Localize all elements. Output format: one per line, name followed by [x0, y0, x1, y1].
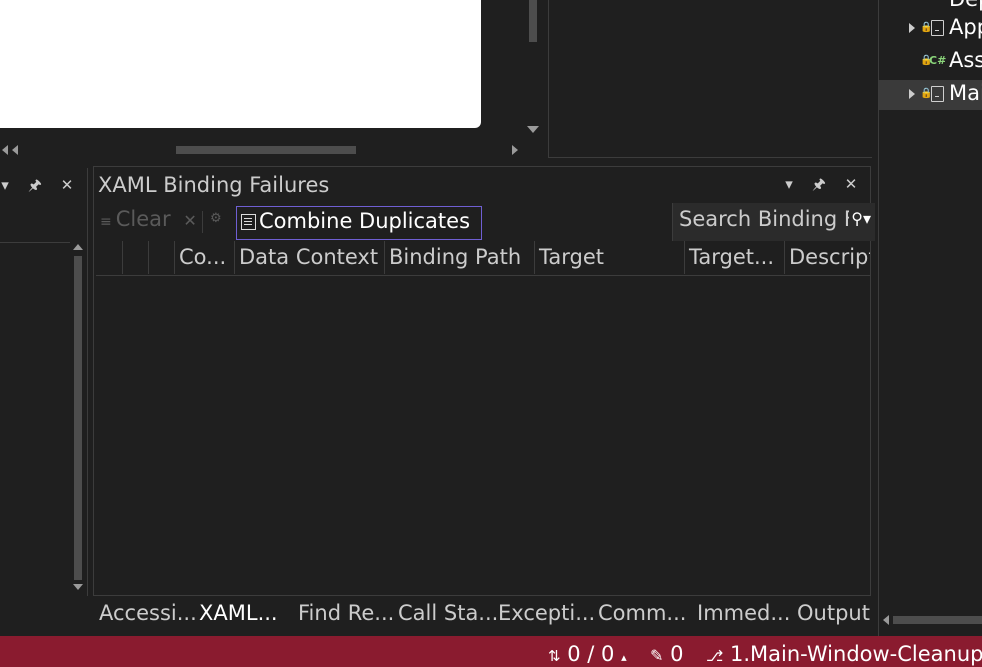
xaml-binding-failures-panel: XAML Binding Failures ▾ 🖈 ✕ ≡ Clear ✕ ⚙ C… — [93, 166, 875, 596]
tab-immediate-window[interactable]: Immed... — [697, 598, 790, 633]
panel-dropdown-icon[interactable]: ▾ — [0, 176, 14, 194]
xaml-file-icon — [931, 86, 944, 102]
solution-item-label: App — [949, 15, 982, 39]
sync-arrows-icon: ⇅ — [548, 647, 561, 665]
search-input[interactable]: Search Binding F ⚲▾ — [672, 203, 875, 241]
scrollbar-thumb[interactable] — [176, 146, 356, 154]
left-vertical-scrollbar[interactable] — [70, 242, 86, 594]
solution-item-app[interactable]: 🔒 App — [879, 14, 982, 44]
column-header-target-type[interactable]: Target... — [684, 241, 784, 274]
column-header-icon[interactable] — [148, 241, 174, 274]
close-icon[interactable]: ✕ — [842, 175, 860, 193]
solution-horizontal-scrollbar[interactable] — [879, 612, 982, 628]
tab-find-results[interactable]: Find Re... — [298, 598, 394, 633]
scroll-left-arrow-icon[interactable] — [12, 145, 18, 155]
clear-list-icon: ≡ — [100, 214, 112, 230]
caret-up-icon: ▴ — [621, 651, 627, 664]
clear-button[interactable]: ≡ Clear ✕ — [100, 207, 197, 235]
scroll-left-arrow-icon[interactable] — [883, 615, 889, 625]
divider — [0, 242, 70, 243]
status-bar: ⇅ 0 / 0 ▴ ✎ 0 ⎇ 1.Main-Window-Cleanup ▴ — [0, 636, 982, 667]
combine-duplicates-button[interactable]: Combine Duplicates — [236, 206, 482, 240]
branch-name: 1.Main-Window-Cleanup — [729, 642, 982, 666]
designer-horizontal-scrollbar[interactable] — [0, 142, 524, 158]
tab-exception-settings[interactable]: Excepti... — [498, 598, 595, 633]
tab-call-stack[interactable]: Call Sta... — [398, 598, 498, 633]
solution-item-assembly[interactable]: 🔒 C# Ass — [879, 47, 982, 77]
solution-item-mainwindow[interactable]: 🔒 Mai — [879, 80, 982, 110]
panel-dropdown-icon[interactable]: ▾ — [780, 175, 798, 193]
toolbar-separator — [202, 211, 203, 233]
tab-xaml-binding-failures[interactable]: XAML... — [199, 598, 278, 635]
solution-item-label: Dep — [949, 0, 982, 11]
branch-selector[interactable]: ⎇ 1.Main-Window-Cleanup ▴ — [706, 642, 982, 666]
combine-label: Combine Duplicates — [259, 209, 471, 233]
panel-title: XAML Binding Failures — [98, 173, 330, 197]
column-header-severity[interactable] — [96, 241, 122, 274]
pin-icon[interactable]: 🖈 — [810, 175, 828, 193]
column-header-data-context[interactable]: Data Context — [234, 241, 384, 274]
column-header-binding-path[interactable]: Binding Path — [384, 241, 534, 274]
column-header-target[interactable]: Target — [534, 241, 684, 274]
scrollbar-thumb[interactable] — [529, 0, 537, 42]
solution-explorer: Dep 🔒 App 🔒 C# Ass 🔒 Mai — [878, 0, 982, 636]
scroll-down-arrow-icon[interactable] — [527, 126, 539, 133]
scrollbar-thumb[interactable] — [893, 616, 982, 624]
tab-accessibility[interactable]: Accessi... — [99, 598, 197, 633]
scroll-right-arrow-icon[interactable] — [512, 145, 518, 155]
filter-icon[interactable]: ⚙ — [210, 211, 222, 226]
sync-status[interactable]: ⇅ 0 / 0 ▴ — [548, 642, 627, 666]
clear-label: Clear — [115, 207, 171, 231]
scroll-up-arrow-icon[interactable] — [73, 244, 83, 250]
search-placeholder: Search Binding F — [679, 207, 856, 231]
designer-area — [0, 0, 542, 160]
grid-header: Co... Data Context Binding Path Target T… — [96, 241, 870, 276]
expand-arrow-icon[interactable] — [909, 89, 915, 99]
column-header-count[interactable]: Co... — [174, 241, 234, 274]
scroll-down-arrow-icon[interactable] — [73, 584, 83, 590]
tab-command-window[interactable]: Comm... — [598, 598, 686, 633]
pin-icon[interactable]: 🖈 — [26, 176, 44, 194]
bottom-tab-strip: Accessi... XAML... Find Re... Call Sta..… — [93, 598, 871, 635]
expand-arrow-icon[interactable] — [909, 23, 915, 33]
combine-icon — [241, 214, 256, 230]
scroll-left-arrow-icon[interactable] — [2, 145, 8, 155]
search-icon[interactable]: ⚲▾ — [849, 209, 871, 228]
close-icon[interactable]: ✕ — [58, 176, 76, 194]
csharp-file-icon: C# — [929, 54, 947, 67]
column-header-icon[interactable] — [122, 241, 148, 274]
properties-panel — [548, 0, 872, 158]
tab-output[interactable]: Output — [797, 598, 870, 633]
solution-item-label: Mai — [949, 81, 982, 105]
column-header-description[interactable]: Descripti — [784, 241, 870, 274]
design-canvas[interactable] — [0, 0, 481, 128]
designer-vertical-scrollbar[interactable] — [524, 0, 542, 142]
xaml-file-icon — [931, 20, 944, 36]
close-icon: ✕ — [183, 211, 197, 230]
pending-edits[interactable]: ✎ 0 — [650, 642, 683, 666]
edits-count: 0 — [670, 642, 684, 666]
git-branch-icon: ⎇ — [706, 647, 724, 665]
solution-item-label: Ass — [949, 48, 982, 72]
scrollbar-thumb[interactable] — [74, 256, 82, 580]
sync-count: 0 / 0 — [567, 642, 615, 666]
pencil-icon: ✎ — [650, 646, 664, 665]
